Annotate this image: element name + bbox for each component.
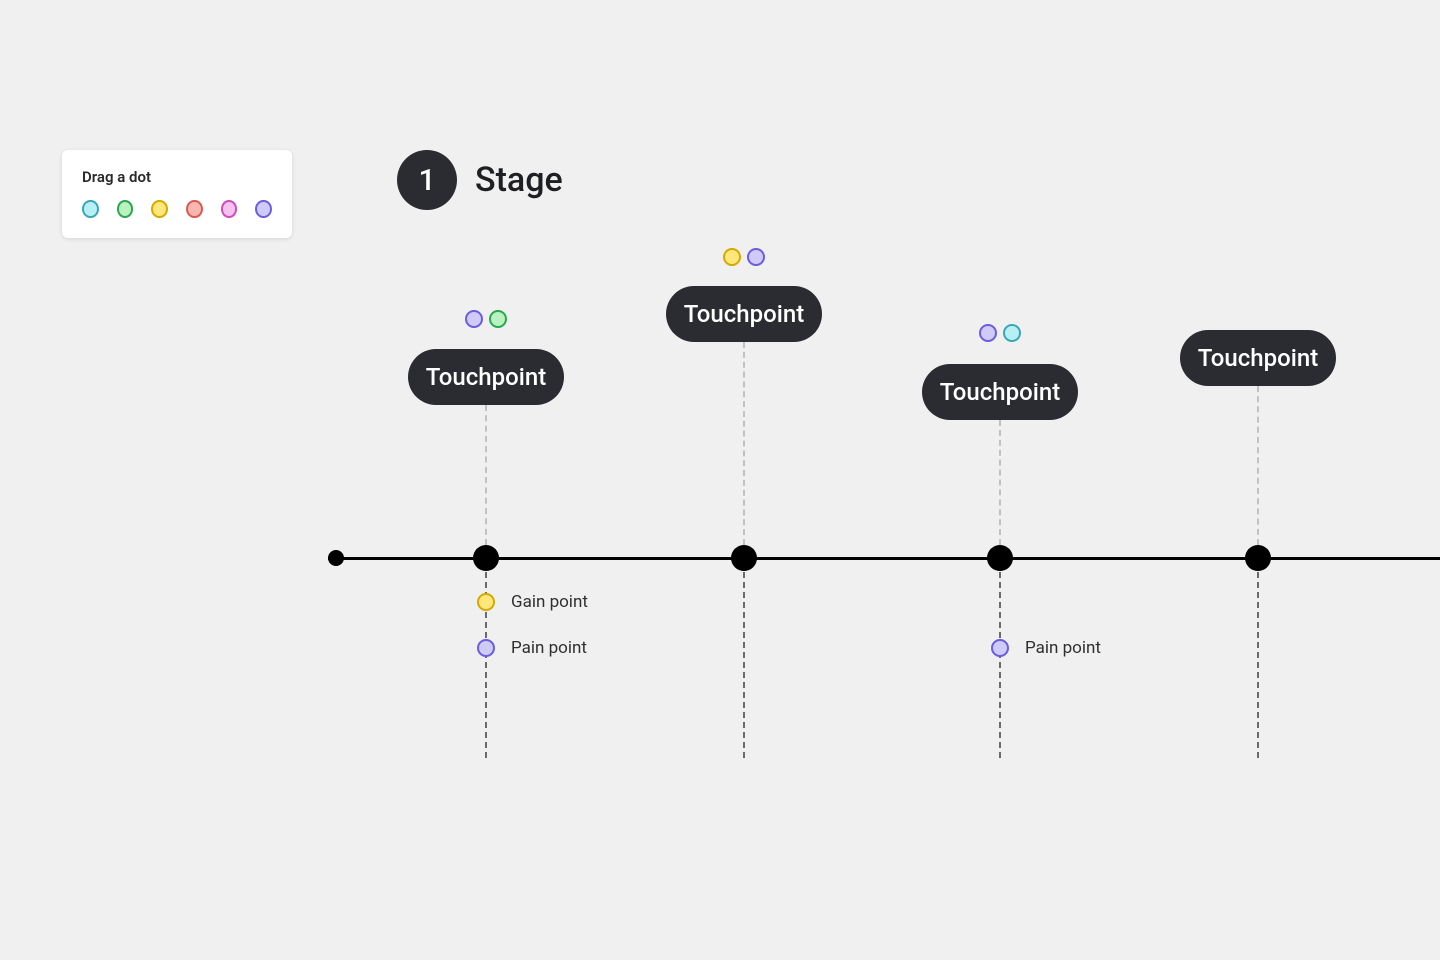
touchpoint-dots	[723, 248, 765, 266]
annotation-label: Pain point	[511, 638, 587, 658]
timeline-node[interactable]	[987, 545, 1013, 571]
touchpoint-dots	[979, 324, 1021, 342]
dot-yellow-icon	[477, 593, 495, 611]
dot-violet-icon	[477, 639, 495, 657]
touchpoint-pill[interactable]: Touchpoint	[408, 349, 564, 405]
touchpoint-label: Touchpoint	[1198, 344, 1318, 372]
palette-dot-violet[interactable]	[255, 200, 272, 218]
touchpoint-label: Touchpoint	[940, 378, 1060, 406]
dot-violet-icon[interactable]	[979, 324, 997, 342]
stage-header: 1 Stage	[397, 150, 563, 210]
timeline-start-dot	[328, 550, 344, 566]
dot-cyan-icon[interactable]	[1003, 324, 1021, 342]
stage-number-badge: 1	[397, 150, 457, 210]
dot-violet-icon[interactable]	[747, 248, 765, 266]
touchpoint-dots	[465, 310, 507, 328]
timeline-node[interactable]	[473, 545, 499, 571]
touchpoint-stem-lower	[1257, 572, 1259, 758]
dot-yellow-icon[interactable]	[723, 248, 741, 266]
palette-dot-row	[82, 200, 272, 218]
timeline-node[interactable]	[1245, 545, 1271, 571]
touchpoint-stem-upper	[1257, 386, 1259, 545]
touchpoint-stem-lower	[999, 572, 1001, 758]
palette-dot-green[interactable]	[117, 200, 134, 218]
touchpoint-pill[interactable]: Touchpoint	[666, 286, 822, 342]
annotation-row[interactable]: Gain point	[477, 592, 588, 612]
dot-violet-icon[interactable]	[465, 310, 483, 328]
palette-dot-yellow[interactable]	[151, 200, 168, 218]
touchpoint-stem-upper	[999, 420, 1001, 545]
touchpoint-label: Touchpoint	[684, 300, 804, 328]
palette-title: Drag a dot	[82, 168, 272, 186]
stage-label: Stage	[475, 160, 563, 200]
journey-timeline: Touchpoint Gain point Pain point Touchpoint…	[0, 0, 1440, 960]
touchpoint-stem-lower	[743, 572, 745, 758]
touchpoint-stem-upper	[743, 342, 745, 545]
touchpoint-label: Touchpoint	[426, 363, 546, 391]
palette-dot-cyan[interactable]	[82, 200, 99, 218]
palette-dot-coral[interactable]	[186, 200, 203, 218]
timeline-node[interactable]	[731, 545, 757, 571]
drag-dot-palette: Drag a dot	[62, 150, 292, 238]
touchpoint-stem-upper	[485, 405, 487, 545]
touchpoint-pill[interactable]: Touchpoint	[1180, 330, 1336, 386]
dot-violet-icon	[991, 639, 1009, 657]
dot-green-icon[interactable]	[489, 310, 507, 328]
annotation-row[interactable]: Pain point	[991, 638, 1101, 658]
palette-dot-pink[interactable]	[221, 200, 238, 218]
timeline-axis	[328, 557, 1440, 560]
annotation-row[interactable]: Pain point	[477, 638, 587, 658]
annotation-label: Gain point	[511, 592, 588, 612]
annotation-label: Pain point	[1025, 638, 1101, 658]
touchpoint-pill[interactable]: Touchpoint	[922, 364, 1078, 420]
